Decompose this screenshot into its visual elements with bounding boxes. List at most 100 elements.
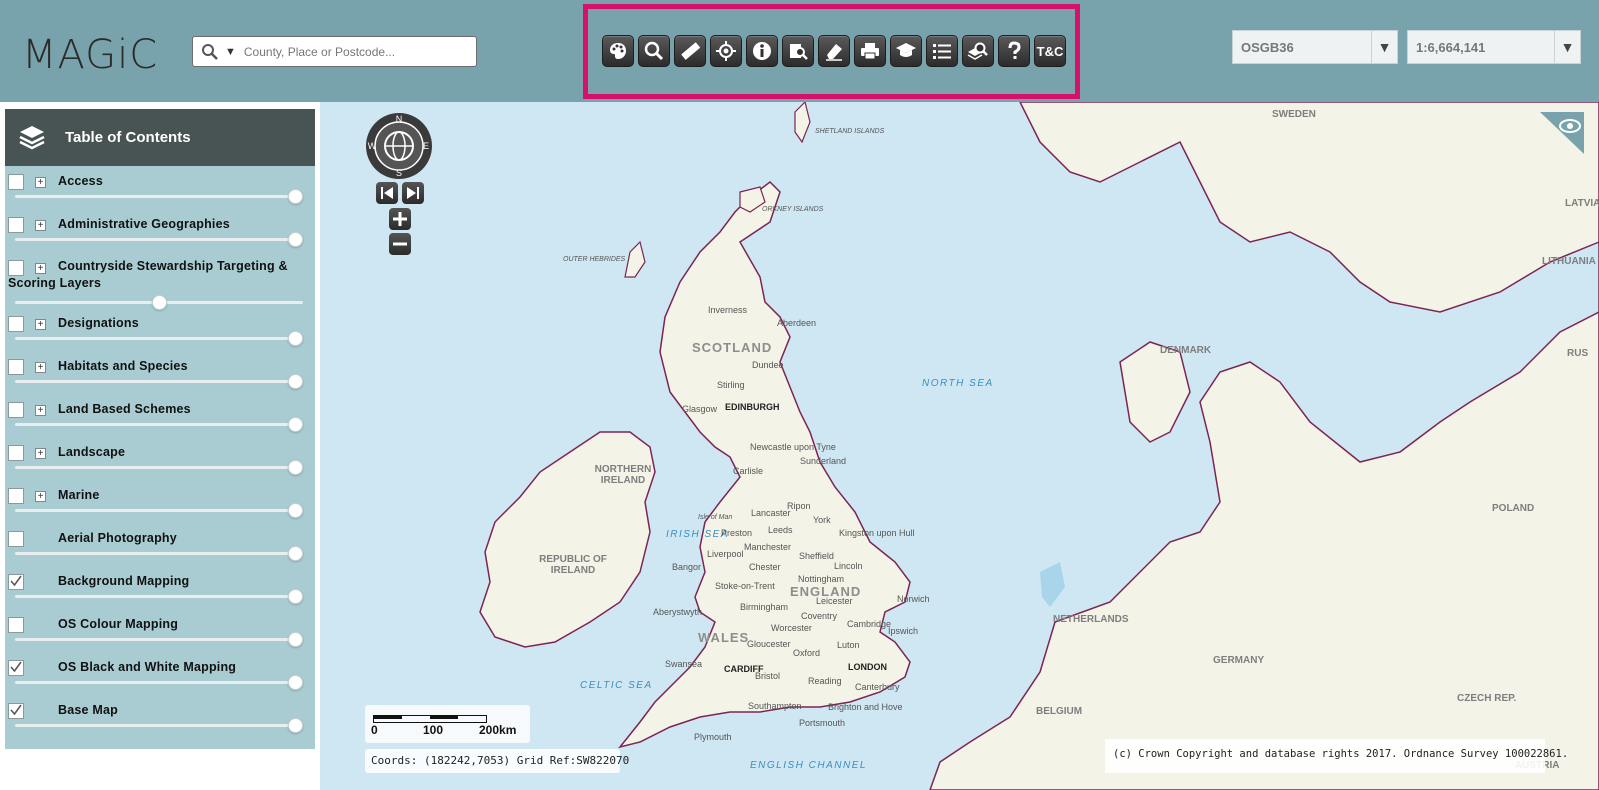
- compass-n: N: [396, 114, 403, 124]
- info-button[interactable]: [746, 35, 778, 67]
- compass-icon[interactable]: N S E W: [365, 112, 433, 180]
- opacity-slider-track[interactable]: [15, 380, 303, 383]
- scale-dropdown[interactable]: 1:6,664,141 ▼: [1407, 30, 1581, 64]
- query-button[interactable]: [782, 35, 814, 67]
- opacity-slider-track[interactable]: [15, 466, 303, 469]
- layer-checkbox[interactable]: [8, 217, 24, 233]
- expand-icon[interactable]: +: [35, 405, 46, 416]
- opacity-slider-track[interactable]: [15, 238, 303, 241]
- layer-checkbox[interactable]: [8, 316, 24, 332]
- opacity-slider-track[interactable]: [15, 423, 303, 426]
- zoom-out-button[interactable]: [389, 233, 411, 255]
- map-label-northern-ireland: NORTHERN IRELAND: [594, 464, 652, 486]
- map-label-belgium: BELGIUM: [1036, 706, 1083, 717]
- print-button[interactable]: [854, 35, 886, 67]
- erase-button[interactable]: [818, 35, 850, 67]
- opacity-slider-thumb[interactable]: [288, 718, 303, 733]
- search-box[interactable]: ▼: [192, 36, 477, 67]
- previous-extent-button[interactable]: [376, 182, 398, 204]
- expand-icon[interactable]: +: [35, 319, 46, 330]
- opacity-slider-thumb[interactable]: [288, 632, 303, 647]
- opacity-slider-thumb[interactable]: [288, 546, 303, 561]
- map-label-york: York: [813, 515, 831, 525]
- projection-dropdown[interactable]: OSGB36 ▼: [1232, 30, 1398, 64]
- opacity-slider-track[interactable]: [15, 724, 303, 727]
- expand-icon[interactable]: +: [35, 491, 46, 502]
- opacity-slider-track[interactable]: [15, 337, 303, 340]
- layer-checkbox[interactable]: [8, 574, 24, 590]
- help-button[interactable]: [998, 35, 1030, 67]
- search-icon[interactable]: [199, 41, 221, 63]
- map-label-coventry: Coventry: [801, 611, 838, 621]
- opacity-slider-track[interactable]: [15, 638, 303, 641]
- layer-checkbox[interactable]: [8, 488, 24, 504]
- terms-label: T&C: [1036, 43, 1064, 59]
- measure-button[interactable]: [674, 35, 706, 67]
- opacity-slider-thumb[interactable]: [288, 189, 303, 204]
- map-label-southampton: Southampton: [748, 701, 802, 711]
- layer-name: Designations: [58, 316, 139, 330]
- eraser-icon: [826, 44, 842, 61]
- map-label-poland: POLAND: [1492, 503, 1535, 514]
- map-label-cambridge: Cambridge: [847, 619, 892, 629]
- search-type-dropdown-icon[interactable]: ▼: [225, 46, 236, 58]
- layer-checkbox[interactable]: [8, 445, 24, 461]
- map-label-aberdeen: Aberdeen: [777, 318, 817, 328]
- toc-header: Table of Contents: [5, 109, 315, 166]
- map-label-sunderland: Sunderland: [800, 456, 847, 466]
- eye-icon[interactable]: [1540, 112, 1584, 154]
- layer-checkbox[interactable]: [8, 703, 24, 719]
- map-label-isle-of-man: Isle of Man: [698, 514, 733, 521]
- map-label-swansea: Swansea: [665, 659, 703, 669]
- map-label-luton: Luton: [837, 640, 860, 650]
- expand-icon[interactable]: +: [35, 177, 46, 188]
- locate-button[interactable]: [710, 35, 742, 67]
- opacity-slider-thumb[interactable]: [288, 374, 303, 389]
- legend-button[interactable]: [926, 35, 958, 67]
- next-extent-button[interactable]: [402, 182, 424, 204]
- map-label-sheffield: Sheffield: [799, 551, 834, 561]
- opacity-slider-thumb[interactable]: [288, 589, 303, 604]
- map-label-scotland: SCOTLAND: [692, 340, 773, 355]
- opacity-slider-thumb[interactable]: [288, 460, 303, 475]
- opacity-slider-track[interactable]: [15, 509, 303, 512]
- guide-button[interactable]: [890, 35, 922, 67]
- map-label-dundee: Dundee: [752, 360, 784, 370]
- map-label-bristol: Bristol: [755, 671, 781, 681]
- terms-button[interactable]: T&C: [1034, 35, 1066, 67]
- expand-icon[interactable]: +: [35, 220, 46, 231]
- map-label-irish-sea: IRISH SEA: [666, 529, 729, 540]
- layer-search-button[interactable]: [962, 35, 994, 67]
- opacity-slider-track[interactable]: [15, 195, 303, 198]
- zoom-in-button[interactable]: [389, 208, 411, 230]
- layer-checkbox[interactable]: [8, 359, 24, 375]
- opacity-slider-thumb[interactable]: [288, 417, 303, 432]
- opacity-slider-thumb[interactable]: [288, 503, 303, 518]
- opacity-slider-track[interactable]: [15, 681, 303, 684]
- expand-icon[interactable]: +: [35, 362, 46, 373]
- layer-checkbox[interactable]: [8, 617, 24, 633]
- layer-checkbox[interactable]: [8, 402, 24, 418]
- layer-checkbox[interactable]: [8, 174, 24, 190]
- opacity-slider-thumb[interactable]: [151, 295, 167, 310]
- magic-logo[interactable]: MAGiC: [22, 32, 158, 78]
- opacity-slider-track[interactable]: [15, 552, 303, 555]
- magnifier-icon: [644, 41, 664, 61]
- map-label-orkney: ORKNEY ISLANDS: [762, 206, 824, 213]
- chevron-down-icon[interactable]: ▼: [1554, 31, 1580, 63]
- layer-checkbox[interactable]: [8, 660, 24, 676]
- search-tool-button[interactable]: [638, 35, 670, 67]
- opacity-slider-thumb[interactable]: [288, 675, 303, 690]
- opacity-slider-thumb[interactable]: [288, 232, 303, 247]
- map-view[interactable]: N S E W SHETLAND ISLANDS ORKNEY ISLANDS …: [320, 102, 1599, 790]
- layer-checkbox[interactable]: [8, 531, 24, 547]
- opacity-slider-track[interactable]: [15, 595, 303, 598]
- search-input[interactable]: [243, 44, 464, 59]
- map-label-lancaster: Lancaster: [751, 508, 791, 518]
- expand-icon[interactable]: +: [35, 448, 46, 459]
- themes-button[interactable]: [602, 35, 634, 67]
- chevron-down-icon[interactable]: ▼: [1371, 31, 1397, 63]
- map-label-gloucester: Gloucester: [747, 639, 791, 649]
- basemap[interactable]: [320, 102, 1599, 790]
- opacity-slider-thumb[interactable]: [288, 331, 303, 346]
